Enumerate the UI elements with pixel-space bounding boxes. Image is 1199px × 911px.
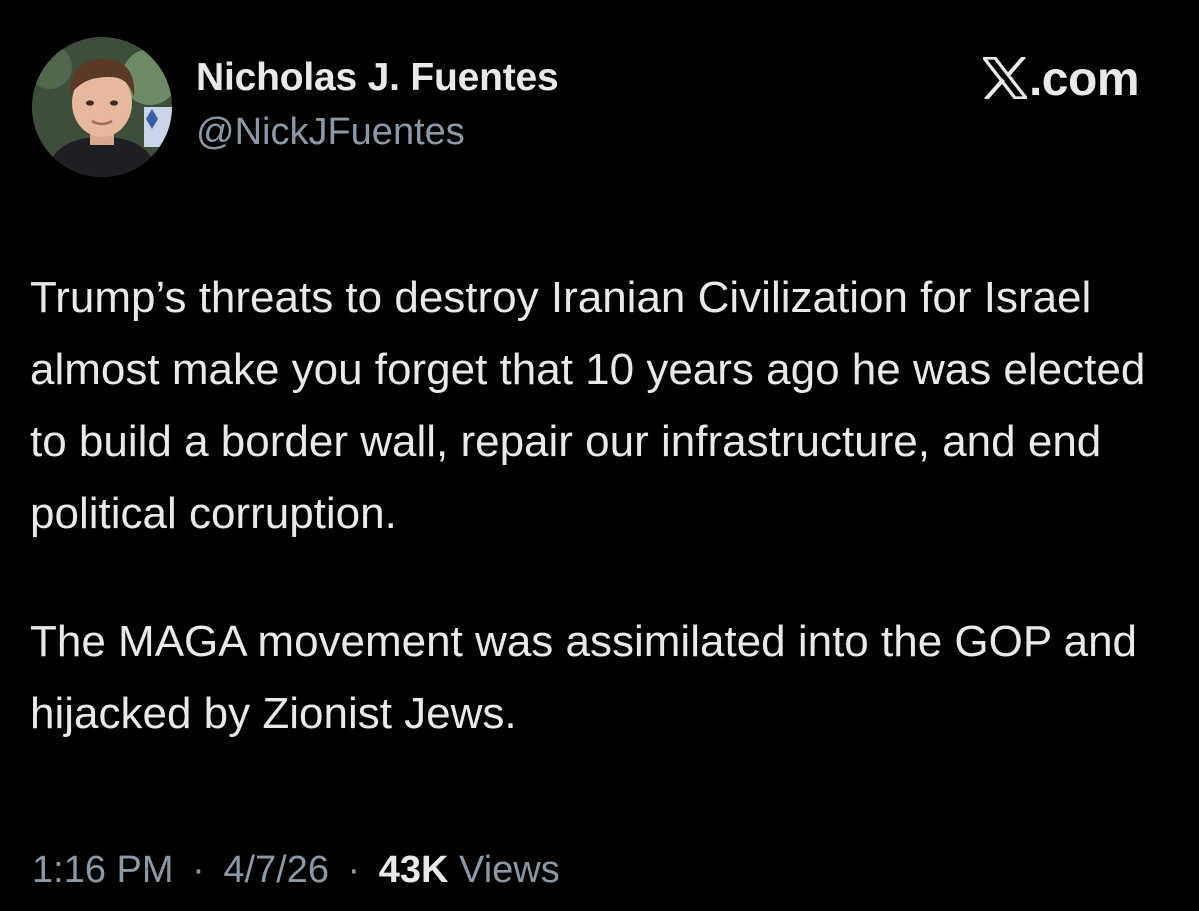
author-display-name[interactable]: Nicholas J. Fuentes (196, 54, 559, 102)
avatar[interactable] (32, 37, 172, 177)
meta-separator: · (347, 849, 361, 891)
tweet-body: Trump’s threats to destroy Iranian Civil… (30, 262, 1180, 750)
brand-domain-text: .com (1028, 53, 1140, 106)
tweet-header: Nicholas J. Fuentes @NickJFuentes .com (32, 36, 1167, 186)
author-handle[interactable]: @NickJFuentes (196, 108, 558, 156)
tweet-date[interactable]: 4/7/26 (223, 849, 329, 891)
views-count[interactable]: 43K (379, 849, 449, 891)
author-identity: Nicholas J. Fuentes @NickJFuentes (196, 54, 559, 156)
tweet-paragraph: Trump’s threats to destroy Iranian Civil… (30, 273, 1146, 538)
brand-mark: .com (980, 53, 1140, 106)
tweet-paragraph: The MAGA movement was assimilated into t… (30, 617, 1138, 738)
profile-photo-icon (32, 37, 172, 177)
meta-separator: · (192, 849, 205, 891)
tweet-time[interactable]: 1:16 PM (32, 849, 174, 891)
views-label: Views (459, 849, 560, 891)
x-logo-icon (980, 54, 1030, 104)
tweet-metadata: 1:16 PM · 4/7/26 · 43K Views (32, 845, 560, 895)
